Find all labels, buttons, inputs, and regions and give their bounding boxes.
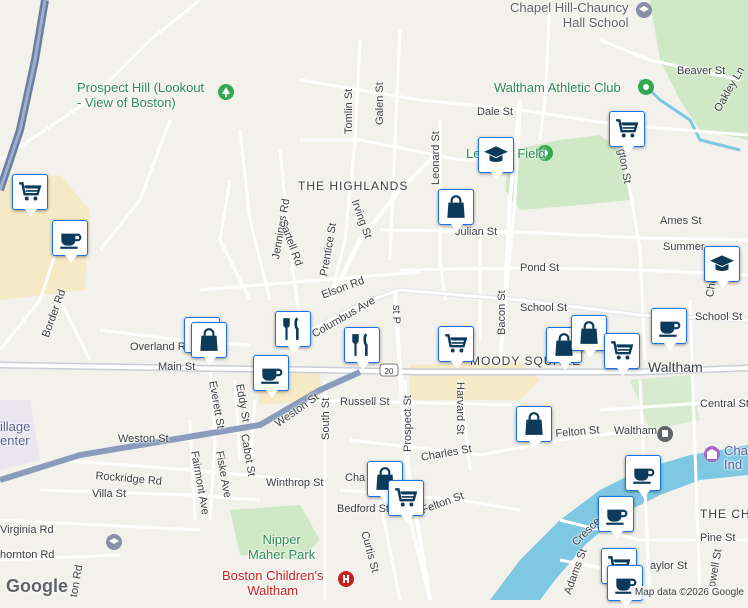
- street-label: st P: [390, 305, 402, 324]
- coffee-cup-icon: [603, 501, 629, 527]
- cafe-marker[interactable]: [598, 496, 634, 539]
- street-label: Cha: [345, 472, 366, 484]
- fork-knife-icon: [349, 332, 375, 358]
- school-marker[interactable]: [478, 137, 514, 180]
- cafe-marker[interactable]: [625, 455, 661, 498]
- street-label: Russell St: [340, 396, 390, 408]
- street-label: Dale St: [477, 106, 514, 118]
- street-label: Pine St: [700, 532, 736, 544]
- cafe-marker[interactable]: [52, 220, 88, 263]
- street-label: Overland Rd: [130, 341, 192, 353]
- boston-childrens-label[interactable]: Boston Children's Waltham: [222, 568, 323, 598]
- street-label: Harvard St: [454, 382, 466, 435]
- grocery-marker[interactable]: [609, 111, 645, 154]
- hospital-icon[interactable]: [338, 571, 354, 587]
- grocery-marker[interactable]: [604, 333, 640, 376]
- grocery-marker[interactable]: [438, 326, 474, 369]
- street-label: Summer: [663, 241, 705, 253]
- street-label: Leonard St: [430, 131, 442, 185]
- street-label: Virginia Rd: [0, 524, 54, 536]
- coffee-cup-icon: [630, 460, 656, 486]
- shopping-bag-icon: [576, 320, 602, 346]
- graduation-cap-icon: [483, 142, 509, 168]
- shopping-bag-icon: [443, 194, 469, 220]
- street-label: Tomlin St: [343, 88, 355, 134]
- restaurant-marker[interactable]: [344, 327, 380, 370]
- cafe-marker[interactable]: [253, 355, 289, 398]
- street-label: Weston St: [118, 433, 169, 445]
- street-label: Winthrop St: [266, 477, 324, 489]
- street-label: Waltham: [614, 425, 657, 437]
- grocery-marker[interactable]: [388, 480, 424, 523]
- street-label: Main St: [158, 361, 196, 373]
- street-label: Ames St: [660, 215, 702, 227]
- grocery-marker[interactable]: [12, 174, 48, 217]
- coffee-cup-icon: [258, 360, 284, 386]
- shop-marker[interactable]: [191, 322, 227, 365]
- shopping-cart-icon: [17, 179, 43, 205]
- street-label: hornton Rd: [0, 549, 55, 561]
- google-logo: Google: [6, 576, 68, 596]
- fork-knife-icon: [280, 316, 306, 342]
- shopping-cart-icon: [393, 485, 419, 511]
- street-label: Bacon St: [496, 290, 508, 335]
- shopping-bag-icon: [196, 327, 222, 353]
- street-label: aylor St: [650, 560, 688, 572]
- map-attribution[interactable]: Map data ©2026 Google: [630, 586, 748, 599]
- museum-icon[interactable]: [704, 446, 720, 462]
- street-label: Galen St: [374, 82, 386, 125]
- street-label: Central St: [700, 398, 748, 410]
- highlands-area-label: THE HIGHLANDS: [298, 179, 409, 193]
- street-label: Beaver St: [677, 65, 726, 77]
- nipper-maher-park-label[interactable]: Nipper Maher Park: [248, 532, 315, 562]
- shopping-bag-icon: [521, 411, 547, 437]
- shop-marker[interactable]: [571, 315, 607, 358]
- street-label: School St: [695, 311, 743, 323]
- cafe-marker[interactable]: [651, 308, 687, 351]
- school-icon[interactable]: [636, 2, 652, 18]
- street-label: Bedford St: [337, 503, 389, 515]
- restaurant-marker[interactable]: [275, 311, 311, 354]
- route-number: 20: [385, 367, 394, 376]
- the-chase-area-label: THE CH: [700, 507, 748, 521]
- charles-river-museum-label[interactable]: Cha Ind: [724, 444, 748, 472]
- village-center-label[interactable]: illage enter: [0, 420, 30, 448]
- graduation-cap-icon: [709, 251, 735, 277]
- shop-marker[interactable]: [516, 406, 552, 449]
- school-marker[interactable]: [704, 246, 740, 289]
- shopping-cart-icon: [609, 338, 635, 364]
- street-label: Prospect St: [402, 395, 414, 452]
- chapel-hill-school-label[interactable]: Chapel Hill-Chauncy Hall School: [510, 0, 629, 30]
- street-label: Pond St: [520, 262, 560, 274]
- school-icon-2[interactable]: [106, 534, 122, 550]
- waltham-town-label: Waltham: [648, 359, 703, 375]
- sports-icon[interactable]: [638, 79, 654, 95]
- park-tree-icon[interactable]: [218, 84, 234, 100]
- shopping-cart-icon: [614, 116, 640, 142]
- coffee-cup-icon: [656, 313, 682, 339]
- route-20-shield: 20: [379, 363, 399, 377]
- prospect-hill-label[interactable]: Prospect Hill (Lookout - View of Boston): [77, 80, 204, 110]
- street-label: South St: [320, 397, 332, 440]
- waltham-athletic-label[interactable]: Waltham Athletic Club: [494, 80, 621, 95]
- street-label: Villa St: [92, 488, 127, 500]
- train-station-icon[interactable]: [657, 426, 673, 442]
- street-label: School St: [520, 302, 568, 314]
- shopping-cart-icon: [443, 331, 469, 357]
- coffee-cup-icon: [57, 225, 83, 251]
- shop-marker[interactable]: [438, 189, 474, 232]
